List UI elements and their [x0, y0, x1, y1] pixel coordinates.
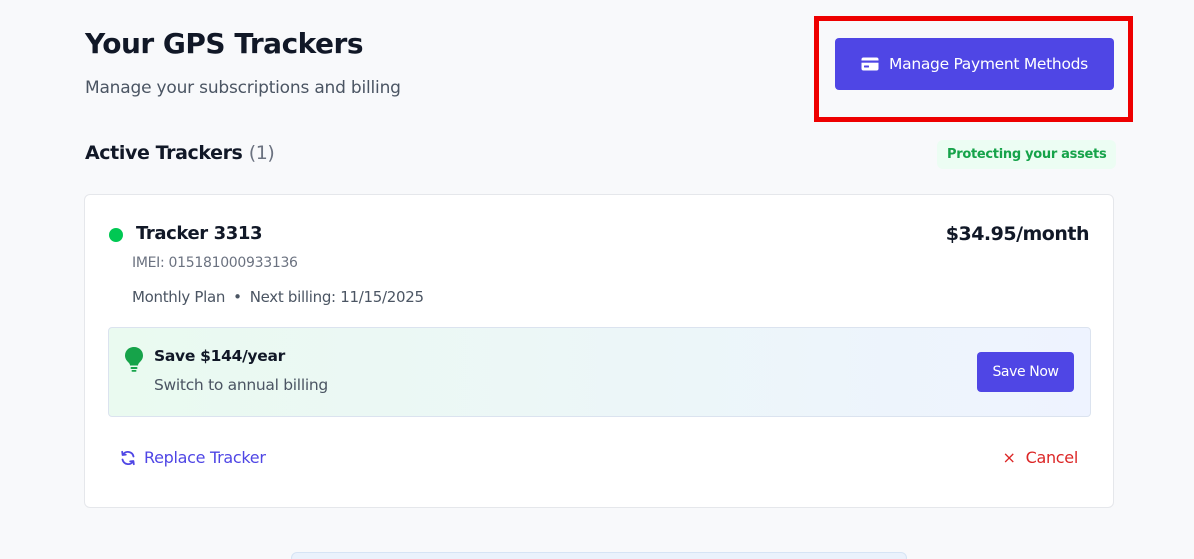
- refresh-icon: [121, 450, 135, 465]
- cancel-label: Cancel: [1025, 448, 1079, 467]
- plan-type: Monthly Plan: [132, 288, 226, 306]
- tracker-imei: IMEI: 015181000933136: [132, 255, 298, 271]
- section-title: Active Trackers: [85, 142, 243, 164]
- close-icon: ×: [1002, 448, 1016, 467]
- manage-payment-methods-label: Manage Payment Methods: [889, 55, 1088, 73]
- page-title: Your GPS Trackers: [85, 27, 364, 60]
- promo-title: Save $144/year: [154, 347, 285, 365]
- active-trackers-heading: Active Trackers (1): [85, 142, 275, 164]
- tracker-price: $34.95/month: [945, 223, 1090, 245]
- replace-tracker-link[interactable]: Replace Tracker: [120, 448, 266, 467]
- annual-savings-promo: Save $144/year Switch to annual billing …: [108, 327, 1091, 417]
- next-billing-date: Next billing: 11/15/2025: [249, 288, 424, 306]
- replace-tracker-label: Replace Tracker: [144, 448, 266, 467]
- protecting-assets-badge: Protecting your assets: [937, 140, 1117, 169]
- cancel-subscription-link[interactable]: × Cancel: [1002, 448, 1078, 467]
- save-now-button[interactable]: Save Now: [977, 352, 1074, 392]
- manage-payment-methods-button[interactable]: Manage Payment Methods: [835, 38, 1114, 90]
- tracker-name: Tracker 3313: [136, 223, 263, 244]
- tracker-card: Tracker 3313 $34.95/month IMEI: 01518100…: [84, 194, 1114, 508]
- status-indicator-dot: [109, 228, 123, 242]
- plan-separator: •: [233, 288, 242, 306]
- promo-subtitle: Switch to annual billing: [154, 376, 328, 394]
- plan-details: Monthly Plan • Next billing: 11/15/2025: [132, 288, 424, 306]
- page-subtitle: Manage your subscriptions and billing: [85, 78, 401, 98]
- gps-trackers-page: Your GPS Trackers Manage your subscripti…: [0, 0, 1194, 559]
- credit-card-icon: [861, 57, 879, 71]
- next-section-edge: [291, 552, 907, 559]
- tracker-count: (1): [248, 142, 275, 164]
- lightbulb-icon: [125, 347, 143, 372]
